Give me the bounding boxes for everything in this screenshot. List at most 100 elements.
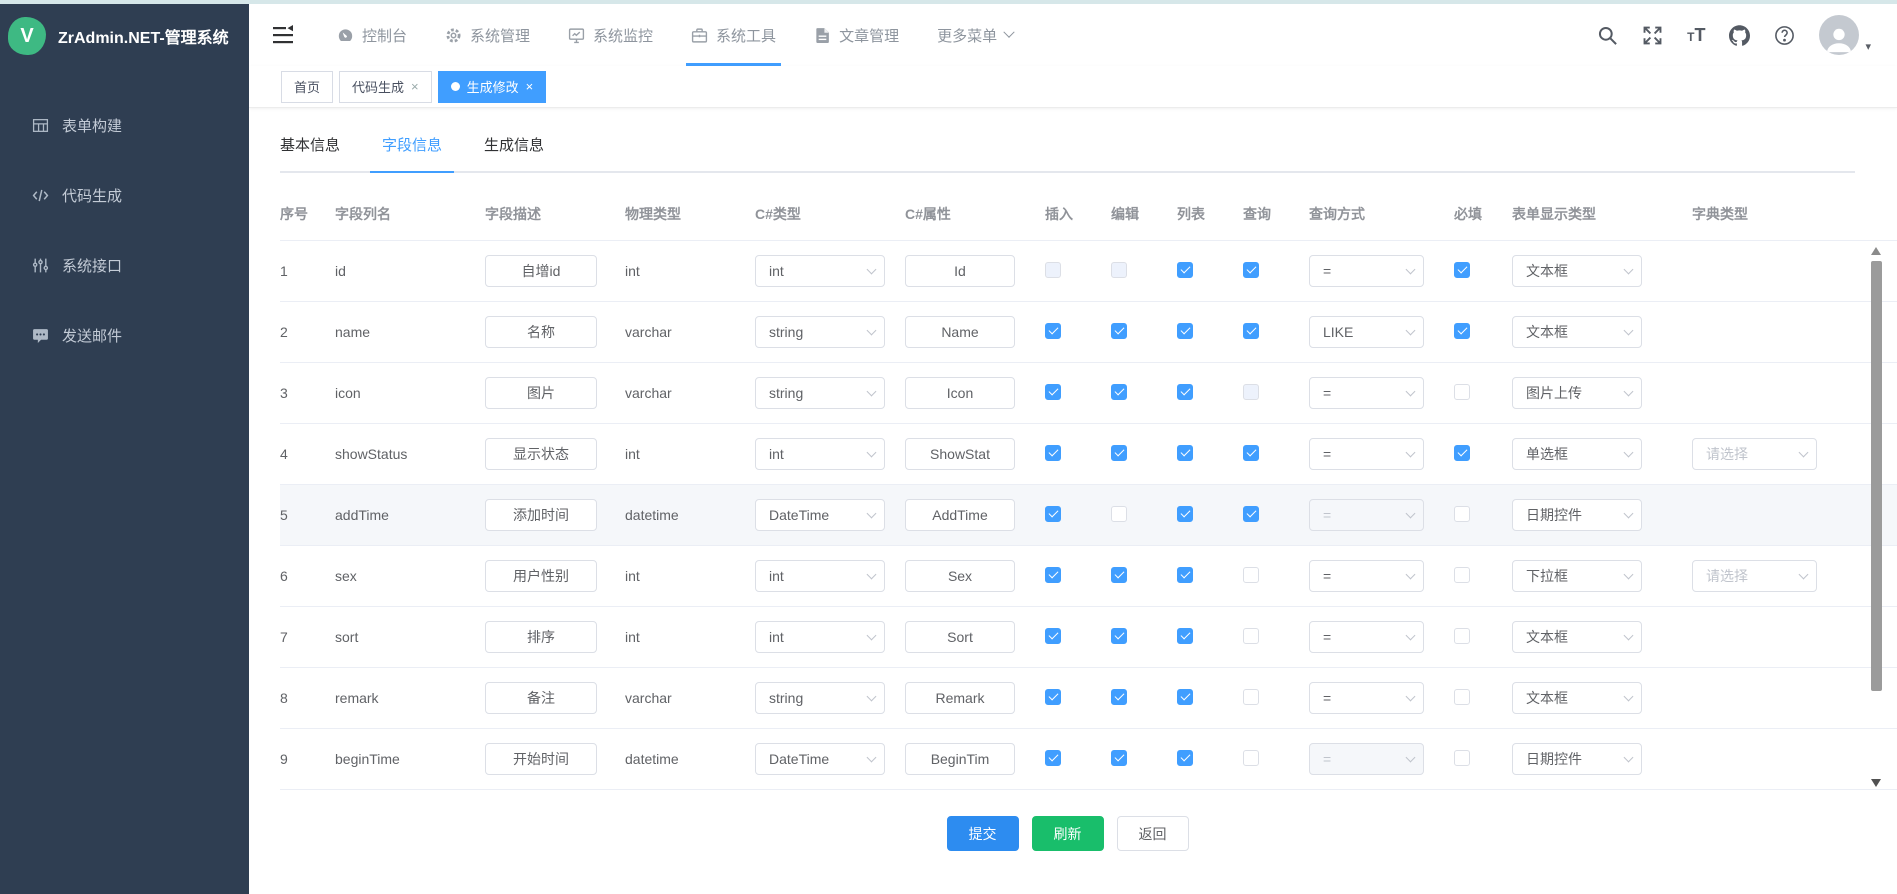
scroll-down-icon[interactable]	[1871, 779, 1881, 787]
query-type-select[interactable]: =	[1309, 377, 1424, 409]
github-icon[interactable]	[1729, 25, 1750, 46]
required-checkbox[interactable]	[1454, 628, 1470, 644]
tag-首页[interactable]: 首页	[281, 71, 333, 103]
back-button[interactable]: 返回	[1117, 816, 1189, 851]
query-checkbox[interactable]	[1243, 750, 1259, 766]
query-type-select[interactable]: =	[1309, 255, 1424, 287]
insert-checkbox[interactable]	[1045, 323, 1061, 339]
insert-checkbox[interactable]	[1045, 689, 1061, 705]
csharp-type-select[interactable]: int	[755, 560, 885, 592]
query-type-select[interactable]: LIKE	[1309, 316, 1424, 348]
display-type-select[interactable]: 日期控件	[1512, 743, 1642, 775]
csharp-type-select[interactable]: string	[755, 316, 885, 348]
edit-checkbox[interactable]	[1111, 750, 1127, 766]
list-checkbox[interactable]	[1177, 567, 1193, 583]
required-checkbox[interactable]	[1454, 689, 1470, 705]
csharp-type-select[interactable]: DateTime	[755, 743, 885, 775]
required-checkbox[interactable]	[1454, 567, 1470, 583]
fontsize-icon[interactable]: TT	[1687, 26, 1705, 44]
display-type-select[interactable]: 下拉框	[1512, 560, 1642, 592]
tab-字段信息[interactable]: 字段信息	[382, 134, 442, 171]
tag-代码生成[interactable]: 代码生成×	[339, 71, 432, 103]
nav-item-系统监控[interactable]: 系统监控	[549, 4, 672, 66]
csharp-prop-input[interactable]	[905, 560, 1015, 592]
query-type-select[interactable]: =	[1309, 438, 1424, 470]
query-checkbox[interactable]	[1243, 506, 1259, 522]
insert-checkbox[interactable]	[1045, 384, 1061, 400]
required-checkbox[interactable]	[1454, 384, 1470, 400]
column-desc-input[interactable]	[485, 621, 597, 653]
column-desc-input[interactable]	[485, 743, 597, 775]
avatar[interactable]	[1819, 15, 1859, 55]
csharp-prop-input[interactable]	[905, 438, 1015, 470]
logo-row[interactable]: V ZrAdmin.NET-管理系统	[0, 0, 249, 64]
close-icon[interactable]: ×	[526, 80, 534, 93]
table-scrollbar[interactable]	[1870, 243, 1883, 791]
csharp-prop-input[interactable]	[905, 377, 1015, 409]
column-desc-input[interactable]	[485, 682, 597, 714]
query-checkbox[interactable]	[1243, 567, 1259, 583]
csharp-prop-input[interactable]	[905, 255, 1015, 287]
display-type-select[interactable]: 图片上传	[1512, 377, 1642, 409]
required-checkbox[interactable]	[1454, 506, 1470, 522]
csharp-prop-input[interactable]	[905, 499, 1015, 531]
insert-checkbox[interactable]	[1045, 567, 1061, 583]
list-checkbox[interactable]	[1177, 750, 1193, 766]
list-checkbox[interactable]	[1177, 384, 1193, 400]
csharp-type-select[interactable]: int	[755, 621, 885, 653]
tag-生成修改[interactable]: 生成修改×	[438, 71, 547, 103]
column-desc-input[interactable]	[485, 499, 597, 531]
sidebar-item-表单构建[interactable]: 表单构建	[0, 90, 249, 160]
question-icon[interactable]	[1774, 25, 1795, 46]
search-icon[interactable]	[1597, 25, 1618, 46]
nav-item-系统工具[interactable]: 系统工具	[672, 4, 795, 66]
scrollbar-thumb[interactable]	[1871, 261, 1882, 691]
query-checkbox[interactable]	[1243, 628, 1259, 644]
column-desc-input[interactable]	[485, 377, 597, 409]
edit-checkbox[interactable]	[1111, 567, 1127, 583]
column-desc-input[interactable]	[485, 560, 597, 592]
query-checkbox[interactable]	[1243, 262, 1259, 278]
edit-checkbox[interactable]	[1111, 384, 1127, 400]
list-checkbox[interactable]	[1177, 323, 1193, 339]
required-checkbox[interactable]	[1454, 323, 1470, 339]
edit-checkbox[interactable]	[1111, 445, 1127, 461]
query-checkbox[interactable]	[1243, 323, 1259, 339]
csharp-prop-input[interactable]	[905, 682, 1015, 714]
column-desc-input[interactable]	[485, 316, 597, 348]
column-desc-input[interactable]	[485, 438, 597, 470]
csharp-type-select[interactable]: string	[755, 377, 885, 409]
tab-基本信息[interactable]: 基本信息	[280, 134, 340, 171]
refresh-button[interactable]: 刷新	[1032, 816, 1104, 851]
scroll-up-icon[interactable]	[1871, 247, 1881, 255]
edit-checkbox[interactable]	[1111, 506, 1127, 522]
query-type-select[interactable]: =	[1309, 621, 1424, 653]
list-checkbox[interactable]	[1177, 506, 1193, 522]
csharp-type-select[interactable]: int	[755, 255, 885, 287]
csharp-prop-input[interactable]	[905, 621, 1015, 653]
nav-item-控制台[interactable]: 控制台	[318, 4, 426, 66]
fullscreen-icon[interactable]	[1642, 25, 1663, 46]
display-type-select[interactable]: 文本框	[1512, 316, 1642, 348]
csharp-type-select[interactable]: int	[755, 438, 885, 470]
edit-checkbox[interactable]	[1111, 628, 1127, 644]
sidebar-item-代码生成[interactable]: 代码生成	[0, 160, 249, 230]
insert-checkbox[interactable]	[1045, 750, 1061, 766]
display-type-select[interactable]: 文本框	[1512, 255, 1642, 287]
sidebar-item-发送邮件[interactable]: 发送邮件	[0, 300, 249, 370]
nav-item-系统管理[interactable]: 系统管理	[426, 4, 549, 66]
menu-fold-icon[interactable]	[272, 25, 294, 45]
query-type-select[interactable]: =	[1309, 682, 1424, 714]
submit-button[interactable]: 提交	[947, 816, 1019, 851]
display-type-select[interactable]: 文本框	[1512, 682, 1642, 714]
close-icon[interactable]: ×	[411, 80, 419, 93]
query-type-select[interactable]: =	[1309, 560, 1424, 592]
nav-item-更多菜单[interactable]: 更多菜单	[918, 4, 1032, 66]
column-desc-input[interactable]	[485, 255, 597, 287]
display-type-select[interactable]: 单选框	[1512, 438, 1642, 470]
dict-type-select[interactable]: 请选择	[1692, 560, 1817, 592]
csharp-type-select[interactable]: DateTime	[755, 499, 885, 531]
dict-type-select[interactable]: 请选择	[1692, 438, 1817, 470]
insert-checkbox[interactable]	[1045, 506, 1061, 522]
csharp-prop-input[interactable]	[905, 743, 1015, 775]
